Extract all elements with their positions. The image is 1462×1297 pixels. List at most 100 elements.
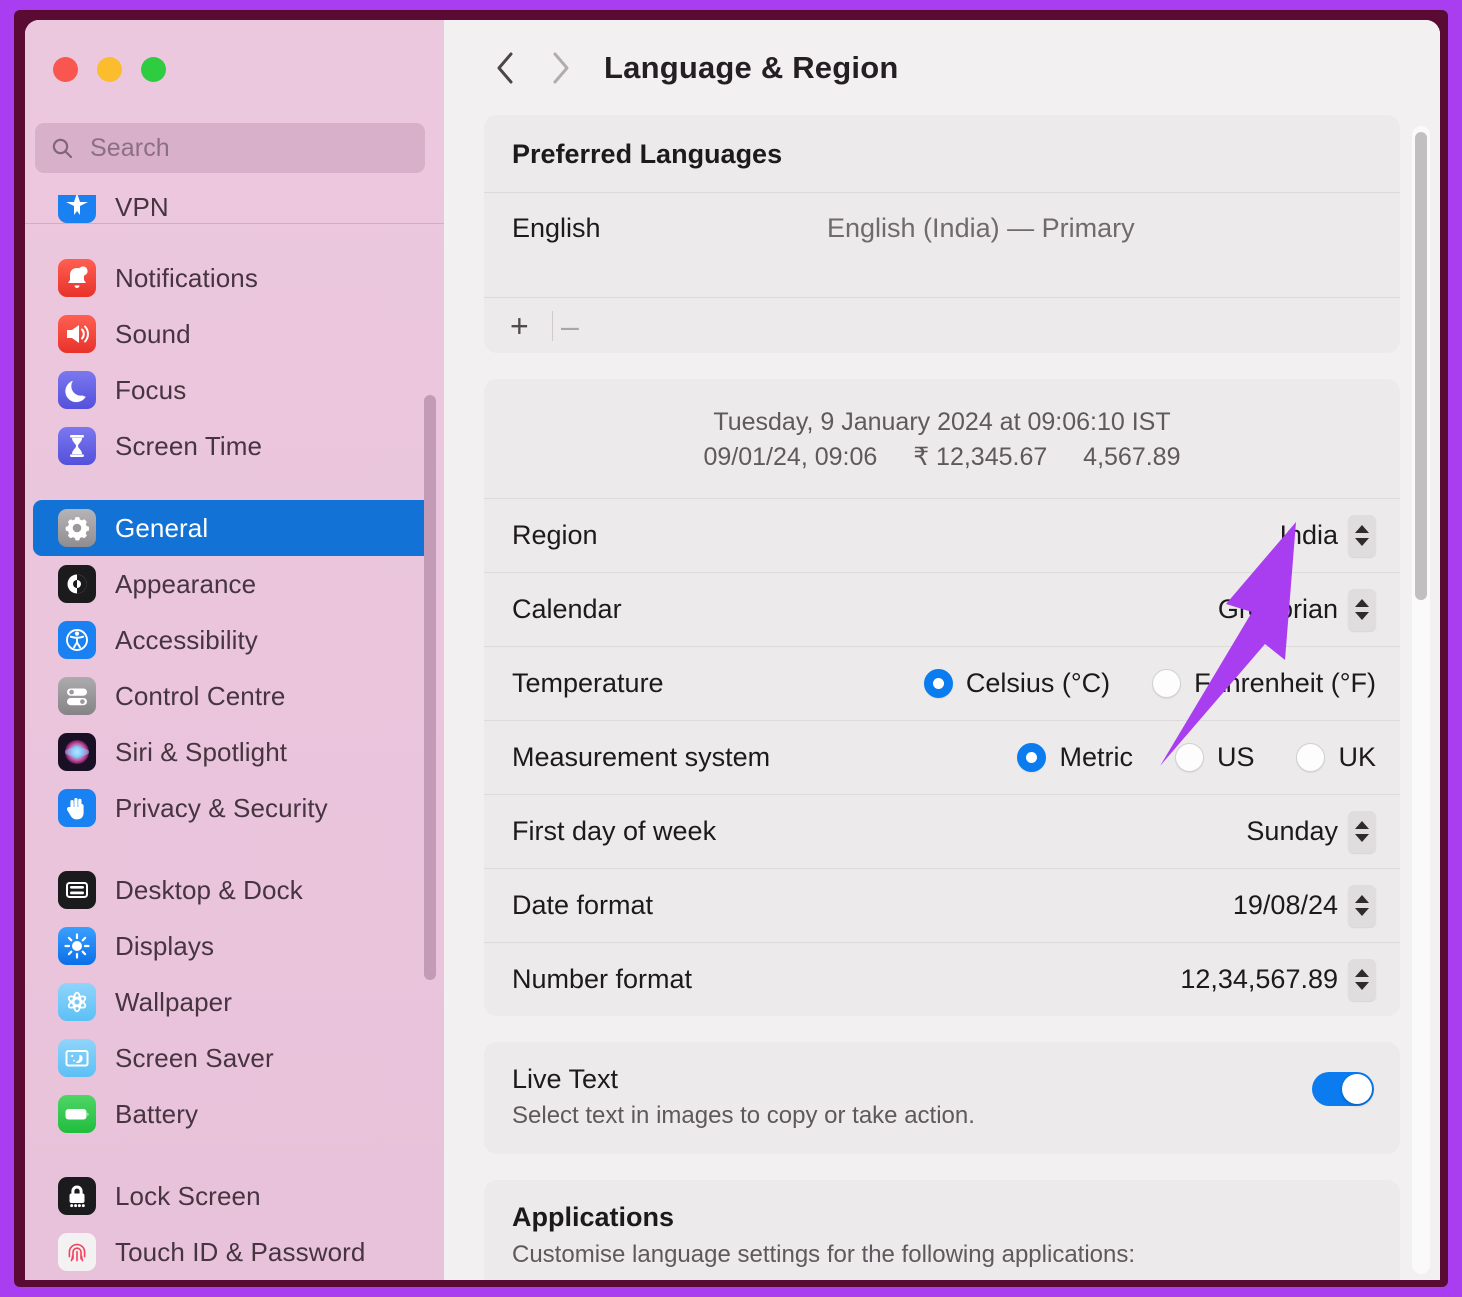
chevron-updown-icon[interactable]: [1348, 588, 1376, 631]
chevron-updown-icon[interactable]: [1348, 958, 1376, 1001]
sidebar-item-displays[interactable]: Displays: [33, 918, 436, 974]
lock-screen-icon: [58, 1177, 96, 1215]
radio-label: US: [1216, 742, 1255, 772]
first-day-popup[interactable]: Sunday: [1246, 810, 1376, 853]
main-content: Language & Region Preferred Languages En…: [444, 20, 1440, 1280]
radio-celsius[interactable]: Celsius (°C): [923, 668, 1111, 699]
measurement-radio-group[interactable]: Metric US UK: [975, 742, 1376, 773]
vpn-icon: [58, 195, 96, 223]
radio-fahrenheit[interactable]: Fahrenheit (°F): [1152, 668, 1376, 699]
format-preview: Tuesday, 9 January 2024 at 09:06:10 IST …: [484, 379, 1400, 498]
sidebar-item-general[interactable]: General: [33, 500, 436, 556]
settings-scroll-area[interactable]: Preferred Languages English English (Ind…: [444, 115, 1440, 1280]
radio-label: Fahrenheit (°F): [1194, 668, 1376, 698]
back-button[interactable]: [484, 46, 528, 90]
remove-language-button[interactable]: –: [561, 310, 601, 342]
row-first-day-of-week[interactable]: First day of week Sunday: [484, 794, 1400, 868]
sidebar-item-control-centre[interactable]: Control Centre: [33, 668, 436, 724]
row-region[interactable]: Region India: [484, 498, 1400, 572]
desktop-dock-icon: [58, 871, 96, 909]
applications-card: Applications Customise language settings…: [484, 1180, 1400, 1280]
appearance-icon: [58, 565, 96, 603]
sidebar-item-label: Focus: [115, 374, 187, 405]
temperature-radio-group[interactable]: Celsius (°C) Fahrenheit (°F): [882, 668, 1376, 699]
row-calendar[interactable]: Calendar Gregorian: [484, 572, 1400, 646]
live-text-toggle[interactable]: [1312, 1072, 1374, 1106]
radio-label: Celsius (°C): [965, 668, 1111, 698]
row-label: First day of week: [512, 816, 717, 846]
row-temperature[interactable]: Temperature Celsius (°C) Fahrenheit (°F): [484, 646, 1400, 720]
main-scrollbar-thumb[interactable]: [1415, 132, 1427, 600]
radio-button[interactable]: [1152, 669, 1182, 698]
date-format-popup[interactable]: 19/08/24: [1233, 884, 1376, 927]
radio-uk[interactable]: UK: [1296, 742, 1376, 773]
live-text-subtitle: Select text in images to copy or take ac…: [512, 1102, 975, 1129]
sidebar-scroll-area[interactable]: VPN Notifications Sound Focus Screen Tim…: [25, 195, 444, 1280]
search-field[interactable]: Search: [35, 123, 425, 173]
add-language-button[interactable]: +: [510, 310, 550, 342]
number-format-popup[interactable]: 12,34,567.89: [1180, 958, 1376, 1001]
radio-button[interactable]: [1174, 743, 1204, 772]
sidebar-item-battery[interactable]: Battery: [33, 1086, 436, 1142]
zoom-button[interactable]: [141, 57, 166, 82]
chevron-updown-icon[interactable]: [1348, 514, 1376, 557]
sidebar-item-vpn[interactable]: VPN: [33, 195, 436, 223]
forward-button[interactable]: [538, 46, 582, 90]
sidebar-item-sound[interactable]: Sound: [33, 306, 436, 362]
main-scrollbar[interactable]: [1412, 126, 1430, 1274]
preferred-languages-header: Preferred Languages: [512, 139, 783, 169]
sidebar-item-desktop-dock[interactable]: Desktop & Dock: [33, 862, 436, 918]
general-gear-icon: [58, 509, 96, 547]
page-title: Language & Region: [604, 49, 899, 85]
sidebar-item-accessibility[interactable]: Accessibility: [33, 612, 436, 668]
sidebar-item-appearance[interactable]: Appearance: [33, 556, 436, 612]
minimise-button[interactable]: [97, 57, 122, 82]
window-traffic-lights: [53, 57, 166, 82]
row-number-format[interactable]: Number format 12,34,567.89: [484, 942, 1400, 1016]
live-text-title: Live Text: [512, 1064, 619, 1094]
radio-button[interactable]: [923, 669, 953, 698]
calendar-popup[interactable]: Gregorian: [1218, 588, 1376, 631]
sidebar-item-label: Siri & Spotlight: [115, 736, 288, 767]
sidebar-item-focus[interactable]: Focus: [33, 362, 436, 418]
preview-formats: 09/01/24, 09:06 ₹ 12,345.67 4,567.89: [484, 440, 1400, 475]
sidebar: Search VPN Notifications Sound Focus Scr…: [25, 20, 444, 1280]
preferred-languages-card: Preferred Languages English English (Ind…: [484, 115, 1400, 353]
sidebar-item-label: Privacy & Security: [115, 792, 328, 823]
region-popup[interactable]: India: [1279, 514, 1376, 557]
row-date-format[interactable]: Date format 19/08/24: [484, 868, 1400, 942]
sidebar-item-privacy-security[interactable]: Privacy & Security: [33, 780, 436, 836]
wallpaper-icon: [58, 983, 96, 1021]
radio-metric[interactable]: Metric: [1017, 742, 1133, 773]
preview-datetime: Tuesday, 9 January 2024 at 09:06:10 IST: [713, 408, 1171, 436]
sidebar-item-screen-time[interactable]: Screen Time: [33, 418, 436, 474]
chevron-updown-icon[interactable]: [1348, 884, 1376, 927]
first-day-value: Sunday: [1246, 816, 1338, 846]
sidebar-item-label: Screen Time: [115, 430, 263, 461]
language-list-controls: + –: [484, 297, 1400, 353]
row-measurement-system[interactable]: Measurement system Metric US UK: [484, 720, 1400, 794]
sidebar-group-desktop: Desktop & Dock Displays Wallpaper Screen…: [25, 862, 444, 1142]
screen-time-icon: [58, 427, 96, 465]
radio-button[interactable]: [1296, 743, 1326, 772]
sidebar-item-lock-screen[interactable]: Lock Screen: [33, 1168, 436, 1224]
radio-button[interactable]: [1017, 743, 1047, 772]
language-name: English: [512, 213, 601, 243]
row-label: Calendar: [512, 594, 622, 624]
radio-us[interactable]: US: [1174, 742, 1255, 773]
sidebar-scrollbar[interactable]: [424, 395, 436, 980]
language-detail: English (India) — Primary: [827, 213, 1135, 243]
close-button[interactable]: [53, 57, 78, 82]
language-list-row[interactable]: English English (India) — Primary: [484, 192, 1400, 297]
sidebar-item-wallpaper[interactable]: Wallpaper: [33, 974, 436, 1030]
sidebar-item-label: Accessibility: [115, 624, 258, 655]
system-settings-window: Search VPN Notifications Sound Focus Scr…: [25, 20, 1440, 1280]
chevron-updown-icon[interactable]: [1348, 810, 1376, 853]
radio-label: UK: [1338, 742, 1376, 772]
sound-icon: [58, 315, 96, 353]
number-format-value: 12,34,567.89: [1180, 964, 1338, 994]
sidebar-item-notifications[interactable]: Notifications: [33, 250, 436, 306]
sidebar-item-siri-spotlight[interactable]: Siri & Spotlight: [33, 724, 436, 780]
sidebar-item-screen-saver[interactable]: Screen Saver: [33, 1030, 436, 1086]
sidebar-item-touch-id[interactable]: Touch ID & Password: [33, 1224, 436, 1280]
